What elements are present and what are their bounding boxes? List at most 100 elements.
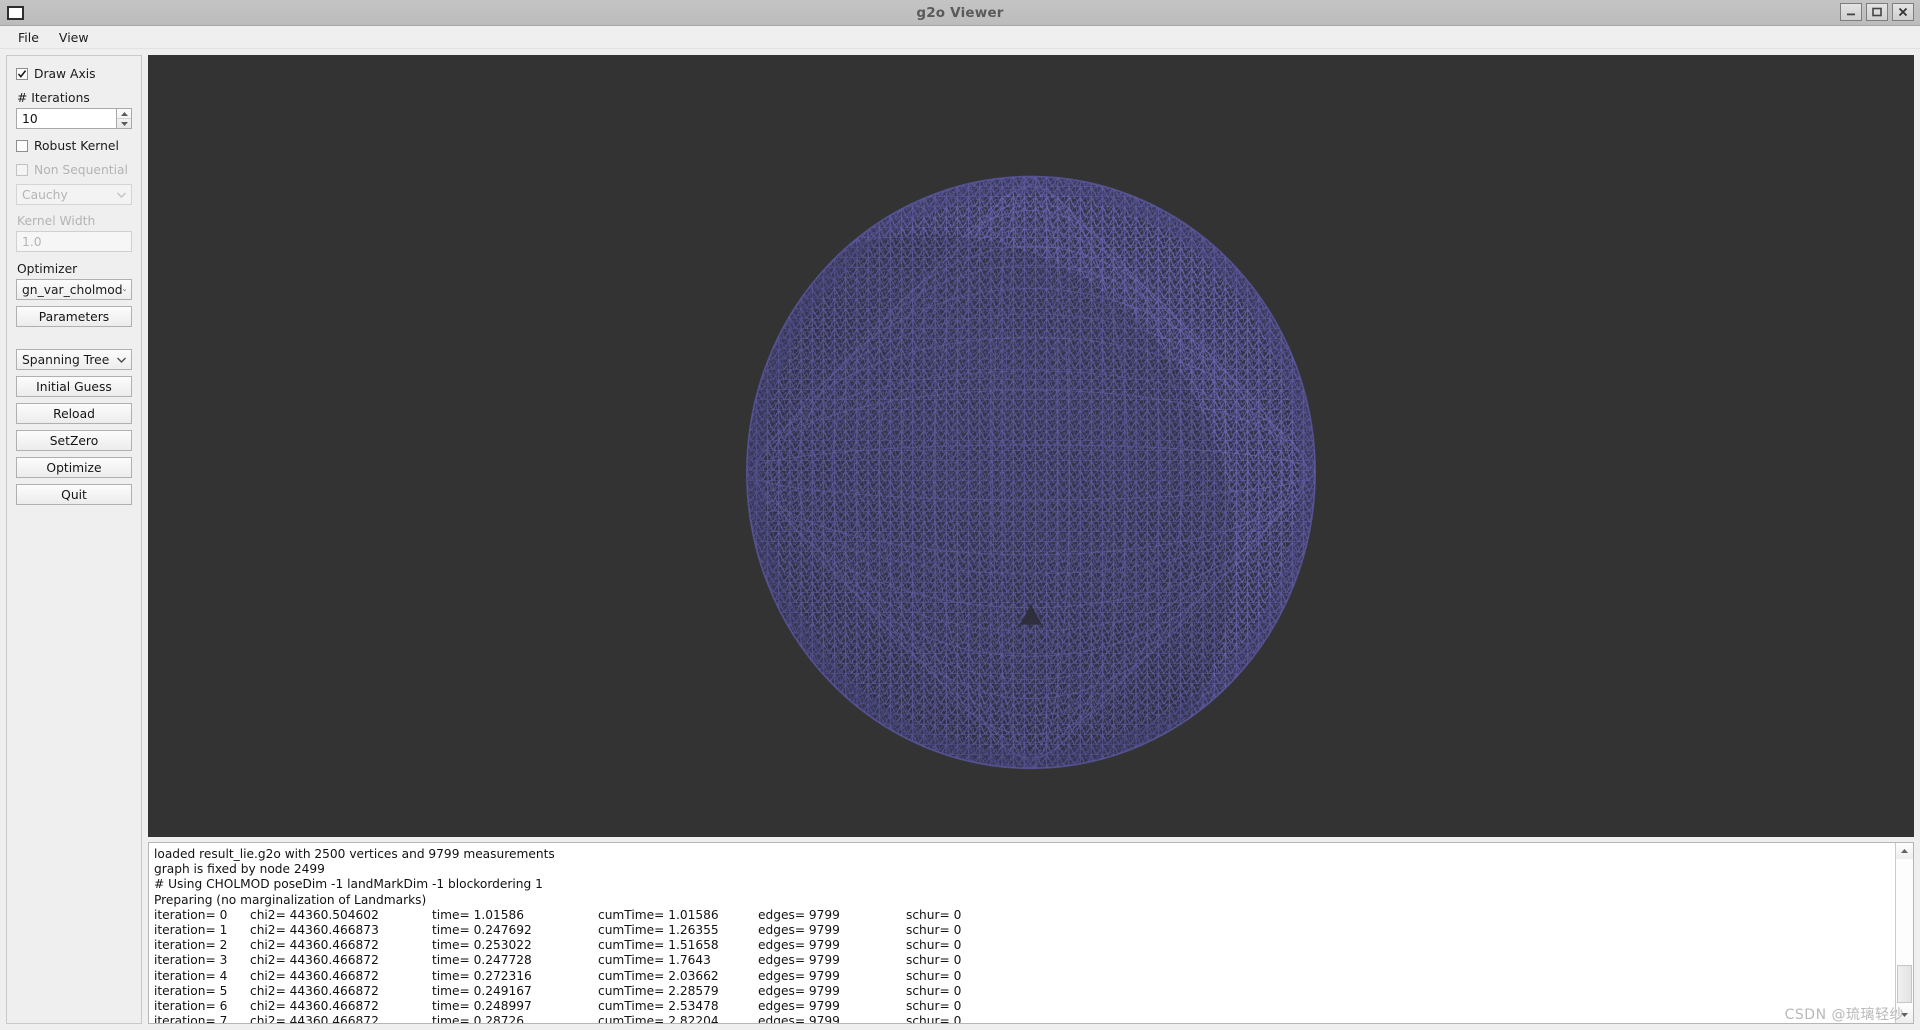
iterations-input[interactable]: 10: [16, 108, 116, 129]
maximize-icon: [1872, 7, 1882, 17]
reload-button[interactable]: Reload: [16, 403, 132, 424]
iteration-edges: edges= 9799: [758, 968, 840, 983]
iteration-cumtime: cumTime= 1.7643: [598, 953, 711, 968]
main-body: Draw Axis # Iterations 10 Robust Kernel …: [0, 49, 1920, 1030]
menu-file[interactable]: File: [8, 28, 49, 47]
iteration-time: time= 0.249167: [432, 983, 532, 998]
iteration-schur: schur= 0: [906, 968, 962, 983]
control-panel: Draw Axis # Iterations 10 Robust Kernel …: [6, 55, 142, 1024]
draw-axis-row[interactable]: Draw Axis: [16, 64, 132, 84]
iteration-schur: schur= 0: [906, 999, 962, 1014]
iteration-chi2: chi2= 44360.466872: [250, 953, 379, 968]
scroll-up-button[interactable]: [1896, 843, 1913, 859]
draw-axis-checkbox[interactable]: [16, 68, 28, 80]
iteration-edges: edges= 9799: [758, 923, 840, 938]
iteration-chi2: chi2= 44360.466872: [250, 999, 379, 1014]
iteration-chi2: chi2= 44360.466872: [250, 1014, 379, 1023]
iteration-chi2: chi2= 44360.466872: [250, 968, 379, 983]
iteration-chi2: chi2= 44360.466872: [250, 983, 379, 998]
console-scrollbar[interactable]: [1895, 843, 1913, 1023]
close-button[interactable]: [1892, 3, 1914, 21]
optimize-button[interactable]: Optimize: [16, 457, 132, 478]
iteration-cumtime: cumTime= 2.28579: [598, 983, 719, 998]
optimizer-dropdown[interactable]: gn_var_cholmod: [16, 279, 132, 300]
3d-viewport[interactable]: [148, 55, 1914, 837]
log-line: # Using CHOLMOD poseDim -1 landMarkDim -…: [154, 877, 543, 892]
iteration-edges: edges= 9799: [758, 999, 840, 1014]
log-line: Preparing (no marginalization of Landmar…: [154, 892, 427, 907]
log-iteration-row: iteration= 4 chi2= 44360.466872 time= 0.…: [154, 969, 1895, 984]
robust-kernel-row[interactable]: Robust Kernel: [16, 136, 132, 156]
window-controls: [1840, 3, 1914, 21]
scrollbar-track[interactable]: [1896, 859, 1913, 1007]
iteration-chi2: chi2= 44360.466873: [250, 923, 379, 938]
iterations-increment-button[interactable]: [117, 109, 131, 119]
iteration-cumtime: cumTime= 1.51658: [598, 938, 719, 953]
iteration-schur: schur= 0: [906, 923, 962, 938]
close-icon: [1898, 7, 1908, 17]
iteration-cumtime: cumTime= 1.26355: [598, 923, 719, 938]
kernel-width-label: Kernel Width: [17, 214, 96, 228]
chevron-down-icon: [122, 288, 126, 291]
chevron-up-icon: [120, 111, 128, 116]
iteration-index: iteration= 7: [154, 1014, 228, 1023]
quit-button[interactable]: Quit: [16, 484, 132, 505]
window-title: g2o Viewer: [916, 4, 1004, 21]
maximize-button[interactable]: [1866, 3, 1888, 21]
initial-guess-button[interactable]: Initial Guess: [16, 376, 132, 397]
iterations-decrement-button[interactable]: [117, 119, 131, 128]
iteration-schur: schur= 0: [906, 983, 962, 998]
chevron-down-icon: [117, 192, 126, 198]
parameters-button[interactable]: Parameters: [16, 306, 132, 327]
iteration-index: iteration= 1: [154, 923, 228, 938]
iteration-index: iteration= 0: [154, 907, 228, 922]
menu-bar: File View: [0, 26, 1920, 49]
iteration-index: iteration= 6: [154, 999, 228, 1014]
iteration-schur: schur= 0: [906, 953, 962, 968]
kernel-type-value: Cauchy: [22, 187, 68, 202]
chevron-down-icon: [117, 357, 126, 363]
log-line: graph is fixed by node 2499: [154, 862, 325, 877]
optimizer-value: gn_var_cholmod: [22, 282, 123, 297]
log-iteration-row: iteration= 3 chi2= 44360.466872 time= 0.…: [154, 953, 1895, 968]
init-method-dropdown[interactable]: Spanning Tree: [16, 349, 132, 370]
iteration-time: time= 0.247728: [432, 953, 532, 968]
chevron-down-icon: [1901, 1013, 1908, 1017]
iteration-index: iteration= 4: [154, 968, 228, 983]
iterations-stepper[interactable]: 10: [16, 108, 132, 129]
iteration-index: iteration= 3: [154, 953, 228, 968]
iteration-time: time= 0.247692: [432, 923, 532, 938]
log-iteration-row: iteration= 2 chi2= 44360.466872 time= 0.…: [154, 938, 1895, 953]
iteration-edges: edges= 9799: [758, 907, 840, 922]
log-iteration-row: iteration= 5 chi2= 44360.466872 time= 0.…: [154, 984, 1895, 999]
kernel-width-input: 1.0: [16, 231, 132, 252]
init-method-value: Spanning Tree: [22, 352, 110, 367]
log-iteration-row: iteration= 7 chi2= 44360.466872 time= 0.…: [154, 1014, 1895, 1023]
iteration-chi2: chi2= 44360.466872: [250, 938, 379, 953]
scroll-down-button[interactable]: [1896, 1007, 1913, 1023]
iteration-schur: schur= 0: [906, 907, 962, 922]
iteration-cumtime: cumTime= 2.53478: [598, 999, 719, 1014]
iteration-time: time= 0.272316: [432, 968, 532, 983]
iteration-cumtime: cumTime= 2.82204: [598, 1014, 719, 1023]
iteration-time: time= 0.253022: [432, 938, 532, 953]
iteration-edges: edges= 9799: [758, 953, 840, 968]
log-iteration-row: iteration= 6 chi2= 44360.466872 time= 0.…: [154, 999, 1895, 1014]
robust-kernel-label: Robust Kernel: [34, 139, 119, 153]
log-console[interactable]: loaded result_lie.g2o with 2500 vertices…: [148, 842, 1914, 1024]
chevron-down-icon: [120, 121, 128, 126]
chevron-up-icon: [1901, 849, 1908, 853]
iteration-time: time= 0.248997: [432, 999, 532, 1014]
scrollbar-thumb[interactable]: [1897, 965, 1912, 1003]
set-zero-button[interactable]: SetZero: [16, 430, 132, 451]
optimizer-label: Optimizer: [17, 262, 78, 276]
iteration-cumtime: cumTime= 2.03662: [598, 968, 719, 983]
checkmark-icon: [17, 70, 27, 78]
log-iteration-row: iteration= 1 chi2= 44360.466873 time= 0.…: [154, 923, 1895, 938]
menu-view[interactable]: View: [49, 28, 99, 47]
non-sequential-row: Non Sequential: [16, 160, 132, 180]
robust-kernel-checkbox[interactable]: [16, 140, 28, 152]
minimize-button[interactable]: [1840, 3, 1862, 21]
pose-graph-render: [148, 55, 1914, 837]
